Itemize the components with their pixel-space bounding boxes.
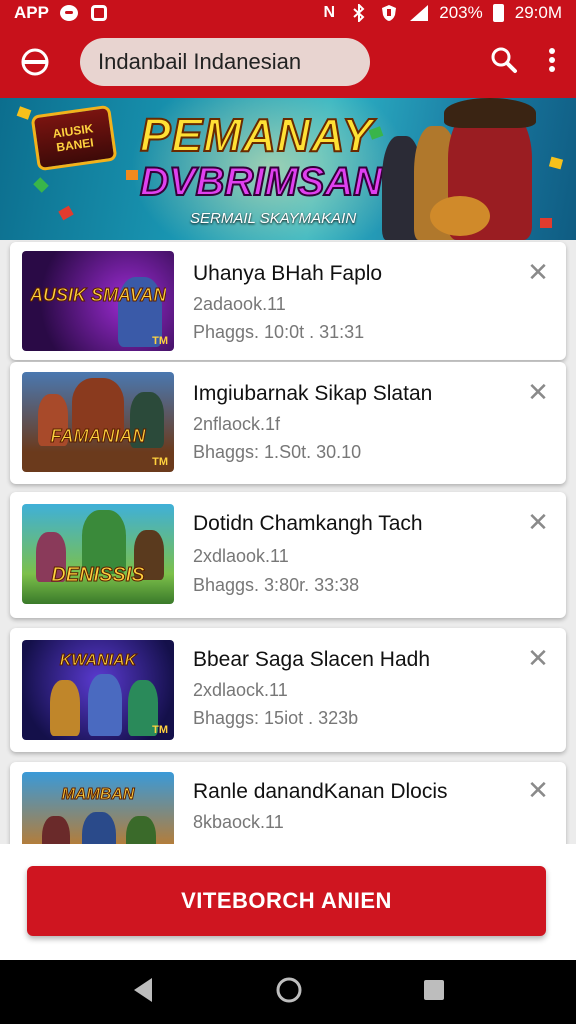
game-thumbnail[interactable]: DENISSIS xyxy=(22,504,174,604)
confetti-icon xyxy=(33,177,49,193)
more-vert-icon[interactable] xyxy=(548,47,556,78)
primary-action-button[interactable]: VITEBORCH ANIEN xyxy=(27,866,546,936)
item-title: Ranle danandKanan Dlocis xyxy=(193,780,448,803)
thumbnail-badge: TM xyxy=(152,724,168,736)
item-meta: Phaggs. 10:0t . 31:31 xyxy=(193,322,365,342)
list-item[interactable]: AUSIK SMAVAN TM Uhanya BHah Faplo 2adaoo… xyxy=(10,242,566,360)
status-time: 29:0M xyxy=(514,3,562,22)
nfc-icon: N xyxy=(323,4,336,21)
item-meta: 2xdlaock.11 xyxy=(193,680,288,700)
item-title: Bbear Saga Slacen Hadh xyxy=(193,648,430,671)
thumbnail-label: DENISSIS xyxy=(51,564,145,587)
game-thumbnail[interactable]: MAMBAN xyxy=(22,772,174,844)
bottom-action-area: VITEBORCH ANIEN xyxy=(0,844,576,960)
list-item[interactable]: MAMBAN Ranle danandKanan Dlocis 8kbaock.… xyxy=(10,762,566,844)
thumbnail-badge: TM xyxy=(152,456,168,468)
close-icon[interactable]: ✕ xyxy=(526,379,550,405)
confetti-icon xyxy=(548,156,564,170)
recents-icon[interactable] xyxy=(422,978,446,1007)
list-item[interactable]: KWANIAK TM Bbear Saga Slacen Hadh 2xdlao… xyxy=(10,628,566,752)
close-icon[interactable]: ✕ xyxy=(526,259,550,285)
signal-icon xyxy=(409,3,429,23)
home-icon[interactable] xyxy=(275,976,303,1009)
thumbnail-label: KWANIAK xyxy=(59,652,137,670)
banner-title-line2: DVBRIMSAN xyxy=(139,159,383,205)
back-icon[interactable] xyxy=(130,976,156,1009)
banner-title-line1: PEMANAY xyxy=(139,108,374,162)
confetti-icon xyxy=(540,218,552,228)
close-icon[interactable]: ✕ xyxy=(526,777,550,803)
status-bar: APP N 203% 29:0M xyxy=(0,0,576,26)
item-meta: 8kbaock.11 xyxy=(193,812,284,832)
thumbnail-label: AUSIK SMAVAN xyxy=(30,285,166,306)
vpn-shield-icon xyxy=(379,3,399,23)
app-bar: Indanbail Indanesian xyxy=(0,26,576,98)
item-title: Uhanya BHah Faplo xyxy=(193,262,383,285)
bluetooth-icon xyxy=(349,3,369,23)
item-meta: 2xdlaook.11 xyxy=(193,546,289,566)
search-field[interactable]: Indanbail Indanesian xyxy=(80,38,370,86)
thumbnail-badge: TM xyxy=(152,335,168,347)
game-thumbnail[interactable]: FAMANIAN TM xyxy=(22,372,174,472)
chat-bubble-icon xyxy=(59,3,79,23)
system-nav-bar xyxy=(0,960,576,1024)
confetti-icon xyxy=(58,205,74,221)
confetti-icon xyxy=(16,106,32,120)
battery-percent: 203% xyxy=(439,3,483,22)
promo-banner[interactable]: AIUSIK BANEI PEMANAY DVBRIMSAN SERMAIL S… xyxy=(0,98,576,240)
banner-badge: AIUSIK BANEI xyxy=(30,104,118,172)
search-text: Indanbail Indanesian xyxy=(98,49,302,74)
guitar-icon xyxy=(430,196,490,236)
battery-icon xyxy=(493,3,505,23)
item-meta: 2nflaock.1f xyxy=(193,414,281,434)
item-meta: Bhaggs: 15iot . 323b xyxy=(193,708,359,728)
item-meta: 2adaook.11 xyxy=(193,294,286,314)
list-item[interactable]: DENISSIS Dotidn Chamkangh Tach 2xdlaook.… xyxy=(10,492,566,618)
item-meta: Bhaggs. 3:80r. 33:38 xyxy=(193,575,360,595)
banner-subtitle: SERMAIL SKAYMAKAIN xyxy=(190,210,357,227)
close-icon[interactable]: ✕ xyxy=(526,509,550,535)
close-icon[interactable]: ✕ xyxy=(526,645,550,671)
confetti-icon xyxy=(126,170,138,180)
item-meta: Bhaggs: 1.S0t. 30.10 xyxy=(193,442,362,462)
item-title: Imgiubarnak Sikap Slatan xyxy=(193,382,433,405)
item-title: Dotidn Chamkangh Tach xyxy=(193,512,423,535)
hat-icon xyxy=(444,98,536,128)
search-icon[interactable] xyxy=(490,46,518,79)
game-thumbnail[interactable]: AUSIK SMAVAN TM xyxy=(22,251,174,351)
game-thumbnail[interactable]: KWANIAK TM xyxy=(22,640,174,740)
thumbnail-label: MAMBAN xyxy=(61,786,135,804)
game-list: AUSIK SMAVAN TM Uhanya BHah Faplo 2adaoo… xyxy=(0,240,576,844)
notification-square-icon xyxy=(89,3,109,23)
status-app-label: APP xyxy=(14,3,49,22)
thumbnail-label: FAMANIAN xyxy=(50,426,146,447)
list-item[interactable]: FAMANIAN TM Imgiubarnak Sikap Slatan 2nf… xyxy=(10,362,566,484)
circle-logo-icon[interactable] xyxy=(14,41,56,83)
